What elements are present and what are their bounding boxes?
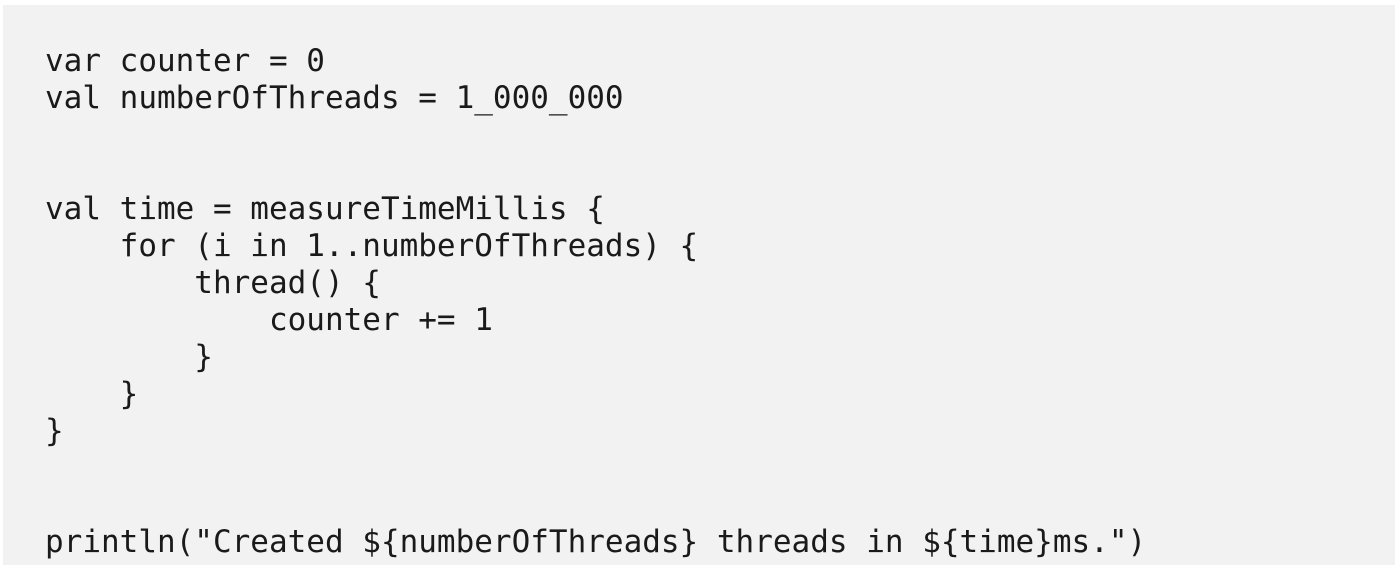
code-line-11: } bbox=[45, 413, 64, 449]
code-line-6: for (i in 1..numberOfThreads) { bbox=[45, 228, 699, 264]
code-block: var counter = 0 val numberOfThreads = 1_… bbox=[3, 5, 1395, 565]
code-line-2: val numberOfThreads = 1_000_000 bbox=[45, 80, 624, 116]
code-line-5: val time = measureTimeMillis { bbox=[45, 191, 605, 227]
code-line-8: counter += 1 bbox=[45, 302, 493, 338]
code-line-14: println("Created ${numberOfThreads} thre… bbox=[45, 524, 1147, 560]
code-line-10: } bbox=[45, 376, 139, 412]
code-line-1: var counter = 0 bbox=[45, 43, 325, 79]
code-line-7: thread() { bbox=[45, 265, 381, 301]
code-line-9: } bbox=[45, 339, 213, 375]
